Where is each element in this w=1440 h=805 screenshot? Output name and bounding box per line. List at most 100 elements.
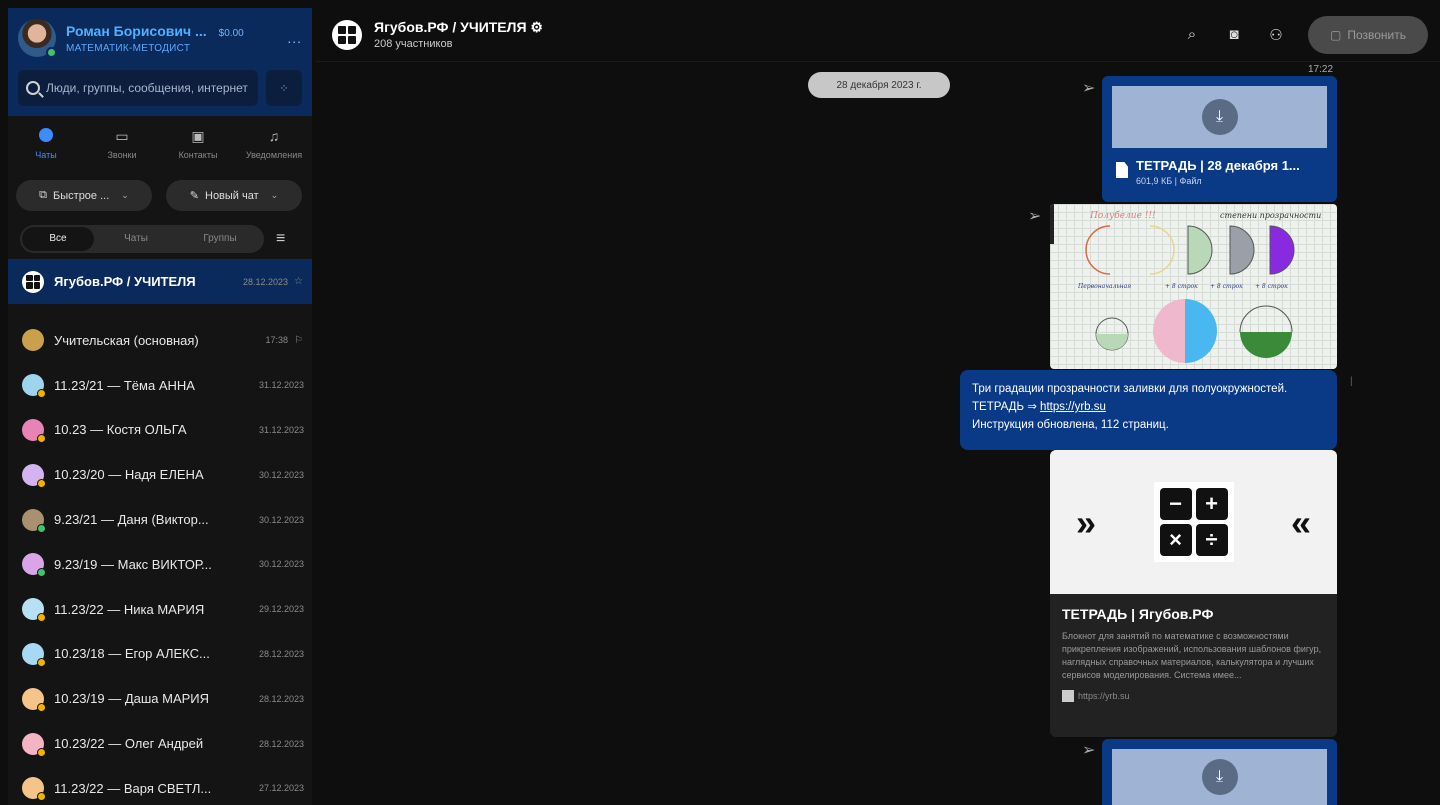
chat-list-item[interactable]: 11.23/22 — Варя СВЕТЛ... 27.12.2023 <box>8 766 312 805</box>
gallery-icon[interactable]: ◙ <box>1224 25 1244 45</box>
status-badge <box>37 523 46 533</box>
search-placeholder: Люди, группы, сообщения, интернет <box>46 81 248 95</box>
chat-list-item[interactable]: 11.23/22 — Ника МАРИЯ 29.12.2023 <box>8 587 312 632</box>
chat-time: 30.12.2023 <box>258 514 304 525</box>
chat-list-item[interactable]: 9.23/21 — Даня (Виктор... 30.12.2023 <box>8 497 312 542</box>
avatar <box>22 598 46 623</box>
chat-time: 28.12.2023 <box>258 738 304 749</box>
chat-list-item[interactable]: 10.23 — Костя ОЛЬГА 31.12.2023 <box>8 408 312 453</box>
tab-chats[interactable]: Чаты <box>11 128 81 174</box>
chat-list-item[interactable]: 10.23/19 — Даша МАРИЯ 28.12.2023 <box>8 676 312 721</box>
link-url[interactable]: https://yrb.su <box>1062 690 1325 702</box>
add-member-icon[interactable]: ⚇ <box>1266 25 1286 45</box>
file-preview: ⤓ <box>1112 749 1327 805</box>
settings-icon[interactable]: ⚙ <box>530 19 543 35</box>
chevron-down-icon: ⌄ <box>121 190 129 200</box>
tab-calls-label: Звонки <box>107 150 137 160</box>
message-link[interactable]: https://yrb.su <box>1040 401 1106 413</box>
profile-name[interactable]: Роман Борисович ... <box>66 23 207 39</box>
quick-action-button[interactable]: ⧉ Быстрое ... ⌄ <box>16 180 152 211</box>
forward-icon[interactable]: ➢ <box>1082 740 1095 760</box>
call-button[interactable]: ▢ Позвонить <box>1308 15 1428 54</box>
file-meta: 601,9 КБ | Файл <box>1136 176 1202 186</box>
group-avatar <box>22 270 44 293</box>
chat-name: 10.23/20 — Надя ЕЛЕНА <box>54 467 204 483</box>
chat-list-item[interactable]: 10.23/22 — Олег Андрей 28.12.2023 <box>8 721 312 766</box>
chat-time: 28.12.2023 <box>258 693 304 704</box>
chat-list-item[interactable]: Учительская (основная) 17:38 ⚐ <box>8 318 312 363</box>
file-message[interactable]: ⤓ <box>1102 739 1337 805</box>
avatar[interactable] <box>18 19 57 58</box>
nav-tabs: Чаты ▭ Звонки ▣ Контакты ♫ Уведомления <box>8 116 312 174</box>
filter-all[interactable]: Все <box>22 227 94 251</box>
sidebar: Роман Борисович ... $0.00 МАТЕМАТИК-МЕТО… <box>8 8 312 805</box>
tab-contacts[interactable]: ▣ Контакты <box>163 128 233 174</box>
avatar <box>22 374 46 399</box>
link-description: Блокнот для занятий по математике с возм… <box>1062 631 1322 680</box>
notebook-caption-1: Первоначальная <box>1077 283 1131 290</box>
call-icon: ▢ <box>1329 27 1342 42</box>
group-avatar[interactable] <box>332 19 362 50</box>
avatar <box>22 687 46 712</box>
filter-icon[interactable]: ≡ <box>276 230 285 248</box>
tab-notifications[interactable]: ♫ Уведомления <box>239 128 309 174</box>
chat-name: 9.23/21 — Даня (Виктор... <box>54 512 209 528</box>
chat-list-item[interactable]: Ягубов.РФ / УЧИТЕЛЯ 28.12.2023 ☆ <box>8 259 312 304</box>
status-badge <box>37 657 46 667</box>
chat-time: 30.12.2023 <box>258 469 304 480</box>
notebook-heading-left: Полубелие !!! <box>1089 210 1156 221</box>
profile-more-button[interactable]: ... <box>287 30 302 46</box>
status-badge <box>37 433 46 443</box>
qr-code-button[interactable]: ⁘ <box>266 70 302 106</box>
chat-time: 29.12.2023 <box>258 604 304 615</box>
chat-list-item[interactable]: 10.23/18 — Егор АЛЕКС... 28.12.2023 <box>8 632 312 677</box>
chat-name: 10.23/22 — Олег Андрей <box>54 736 204 752</box>
chat-name: Учительская (основная) <box>54 332 199 348</box>
avatar <box>22 418 46 443</box>
muted-icon[interactable]: ⚐ <box>294 335 304 346</box>
file-message[interactable]: ⤓ ТЕТРАДЬ | 28 декабря 1... 601,9 КБ | Ф… <box>1102 76 1337 202</box>
new-chat-button[interactable]: ✎ Новый чат ⌄ <box>166 180 302 211</box>
forward-icon[interactable]: ➢ <box>1082 78 1095 98</box>
status-badge <box>37 702 46 712</box>
document-icon <box>1116 162 1128 178</box>
chat-name: 11.23/21 — Тёма АННА <box>54 377 195 393</box>
conversation-title[interactable]: Ягубов.РФ / УЧИТЕЛЯ ⚙ <box>374 19 543 36</box>
member-count[interactable]: 208 участников <box>374 38 543 50</box>
download-icon[interactable]: ⤓ <box>1201 759 1238 795</box>
bell-icon: ♫ <box>268 128 280 144</box>
qr-icon: ⁘ <box>279 82 289 95</box>
star-icon[interactable]: ☆ <box>294 276 304 287</box>
tab-calls[interactable]: ▭ Звонки <box>87 128 157 174</box>
chat-time: 28.12.2023 <box>258 648 304 659</box>
message-line: ТЕТРАДЬ ⇒ https://yrb.su <box>972 401 1106 413</box>
chat-list-item[interactable]: 11.23/21 — Тёма АННА 31.12.2023 <box>8 363 312 408</box>
tab-chats-label: Чаты <box>35 150 57 160</box>
download-icon[interactable]: ⤓ <box>1201 99 1238 135</box>
avatar <box>22 508 46 533</box>
image-message[interactable]: Полубелие !!! степени прозрачности Перво… <box>1050 204 1337 369</box>
chat-time: 27.12.2023 <box>258 783 304 794</box>
filter-chats[interactable]: Чаты <box>94 227 178 251</box>
chat-list-item[interactable]: 9.23/19 — Макс ВИКТОР... 30.12.2023 <box>8 542 312 587</box>
chat-name: 10.23/19 — Даша МАРИЯ <box>54 691 210 707</box>
filter-groups[interactable]: Группы <box>178 227 262 251</box>
avatar <box>22 553 46 578</box>
search-icon[interactable]: ⌕ <box>1182 25 1202 45</box>
forward-icon[interactable]: ➢ <box>1028 206 1041 226</box>
contacts-icon: ▣ <box>191 128 205 144</box>
link-preview-card[interactable]: » − + × ÷ « ТЕТРАДЬ | Ягубов.РФ Блокнот для… <box>1050 450 1337 737</box>
status-badge <box>37 613 46 623</box>
text-message[interactable]: Три градации прозрачности заливки для по… <box>960 370 1337 450</box>
site-icon <box>1062 690 1074 702</box>
chat-name: 11.23/22 — Ника МАРИЯ <box>54 601 205 617</box>
call-label: Позвонить <box>1347 27 1406 42</box>
chat-icon <box>39 128 53 144</box>
chat-time: 31.12.2023 <box>258 380 304 391</box>
video-camera-icon: ▭ <box>115 128 129 144</box>
search-icon <box>26 81 40 95</box>
search-input[interactable]: Люди, группы, сообщения, интернет <box>18 70 258 106</box>
online-indicator <box>46 47 57 58</box>
message-line: Инструкция обновлена, 112 страниц. <box>972 419 1169 431</box>
chat-list-item[interactable]: 10.23/20 — Надя ЕЛЕНА 30.12.2023 <box>8 452 312 497</box>
